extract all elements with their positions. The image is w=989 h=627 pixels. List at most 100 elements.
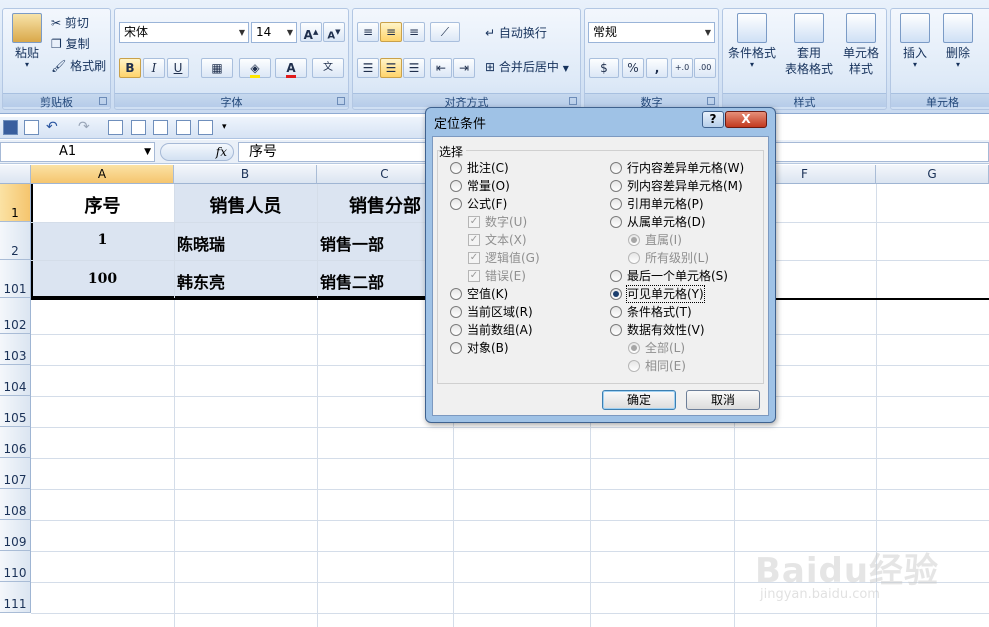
comma-button[interactable]: , [646,58,668,78]
option-row-differences[interactable]: 行内容差异单元格(W) [610,160,744,176]
customize-qat-icon[interactable]: ▾ [222,120,237,135]
row-header-108[interactable]: 108 [0,489,31,520]
cut-button[interactable]: ✂ 剪切 [51,13,89,33]
orientation-button[interactable]: ⟋ [430,22,460,42]
column-header-g[interactable]: G [876,165,989,184]
insert-function-button[interactable]: fx [160,143,234,161]
number-launcher-icon[interactable] [707,97,715,105]
cancel-button[interactable]: 取消 [686,390,760,410]
cell-c2[interactable]: 销售一部 [320,231,425,255]
row-header-104[interactable]: 104 [0,365,31,396]
percent-button[interactable]: % [622,58,644,78]
radio-icon [610,306,622,318]
cell-c1[interactable]: 销售分部 [317,192,425,218]
select-all-corner[interactable] [0,165,31,184]
new-file-icon[interactable] [24,120,39,135]
cell-c101[interactable]: 销售二部 [320,269,425,293]
wrap-text-button[interactable]: ↵ 自动换行 [485,23,547,43]
number-format-select[interactable]: 常规 ▼ [588,22,715,43]
conditional-formatting-button[interactable]: 条件格式 ▾ [726,13,778,69]
cell-a1[interactable]: 序号 [31,192,174,218]
align-top-button[interactable]: ≡ [357,22,379,42]
row-header-107[interactable]: 107 [0,458,31,489]
column-header-a[interactable]: A [31,165,174,184]
row-header-101[interactable]: 101 [0,260,31,298]
bold-button[interactable]: B [119,58,141,78]
cell-styles-button[interactable]: 单元格 样式 [837,13,885,77]
align-bottom-button[interactable]: ≡ [403,22,425,42]
option-objects[interactable]: 对象(B) [450,340,509,356]
delete-cells-button[interactable]: 删除 ▾ [938,13,978,69]
option-data-validation[interactable]: 数据有效性(V) [610,322,705,338]
option-blanks[interactable]: 空值(K) [450,286,508,302]
option-comments[interactable]: 批注(C) [450,160,509,176]
paste-button[interactable]: 粘贴 ▾ [7,13,47,69]
row-header-105[interactable]: 105 [0,396,31,427]
increase-indent-button[interactable]: ⇥ [453,58,475,78]
shrink-font-button[interactable]: A▼ [323,22,345,42]
undo-icon[interactable]: ↶ [46,120,61,135]
align-middle-button[interactable]: ≡ [380,22,402,42]
option-column-differences[interactable]: 列内容差异单元格(M) [610,178,743,194]
format-painter-button[interactable]: 🖌 格式刷 [51,56,106,76]
grow-font-button[interactable]: A▲ [300,22,322,42]
option-label: 引用单元格(P) [627,197,704,211]
font-color-button[interactable]: A [275,58,307,78]
row-header-102[interactable]: 102 [0,298,31,334]
row-header-109[interactable]: 109 [0,520,31,551]
close-button[interactable]: X [725,111,767,128]
italic-button[interactable]: I [143,58,165,78]
print-preview-icon[interactable] [176,120,191,135]
save-icon[interactable] [3,120,18,135]
option-visible-cells[interactable]: 可见单元格(Y) [610,285,705,303]
underline-button[interactable]: U [167,58,189,78]
redo-icon[interactable]: ↷ [78,120,93,135]
cell-b2[interactable]: 陈晓瑞 [177,231,317,255]
cell-b101[interactable]: 韩东亮 [177,269,317,293]
row-header-110[interactable]: 110 [0,551,31,582]
row-header-106[interactable]: 106 [0,427,31,458]
align-left-button[interactable]: ☰ [357,58,379,78]
ok-button[interactable]: 确定 [602,390,676,410]
accounting-format-button[interactable]: $ [589,58,619,78]
option-conditional-formats[interactable]: 条件格式(T) [610,304,692,320]
decrease-decimal-button[interactable]: .00 [694,58,716,78]
font-launcher-icon[interactable] [337,97,345,105]
insert-cells-button[interactable]: 插入 ▾ [895,13,935,69]
cell-a2[interactable]: 1 [31,232,174,248]
help-button[interactable]: ? [702,111,724,128]
sort-icon[interactable] [108,120,123,135]
cell-b1[interactable]: 销售人员 [174,192,317,218]
row-header-1[interactable]: 1 [0,184,31,222]
option-current-region[interactable]: 当前区域(R) [450,304,533,320]
fill-color-button[interactable]: ◈ [239,58,271,78]
spelling-icon[interactable] [153,120,168,135]
decrease-indent-button[interactable]: ⇤ [430,58,452,78]
format-as-table-button[interactable]: 套用 表格格式 [783,13,835,77]
option-constants[interactable]: 常量(O) [450,178,510,194]
column-header-b[interactable]: B [174,165,317,184]
row-header-2[interactable]: 2 [0,222,31,260]
increase-decimal-button[interactable]: +.0 [671,58,693,78]
option-last-cell[interactable]: 最后一个单元格(S) [610,268,728,284]
borders-button[interactable]: ▦ [201,58,233,78]
font-size-select[interactable]: 14 ▼ [251,22,297,43]
option-dependents[interactable]: 从属单元格(D) [610,214,706,230]
phonetic-button[interactable]: 文 [312,58,344,78]
font-name-select[interactable]: 宋体 ▼ [119,22,249,43]
option-current-array[interactable]: 当前数组(A) [450,322,533,338]
copy-button[interactable]: ❐ 复制 [51,34,90,54]
clipboard-launcher-icon[interactable] [99,97,107,105]
alignment-launcher-icon[interactable] [569,97,577,105]
grid-icon[interactable] [198,120,213,135]
row-header-103[interactable]: 103 [0,334,31,365]
align-right-button[interactable]: ☰ [403,58,425,78]
option-formulas[interactable]: 公式(F) [450,196,507,212]
form-icon[interactable] [131,120,146,135]
merge-center-button[interactable]: ⊞ 合并后居中 ▼ [485,57,569,77]
row-header-111[interactable]: 111 [0,582,31,613]
align-center-button[interactable]: ☰ [380,58,402,78]
cell-a101[interactable]: 100 [31,271,174,287]
name-box[interactable]: A1 ▼ [0,142,155,162]
option-precedents[interactable]: 引用单元格(P) [610,196,704,212]
